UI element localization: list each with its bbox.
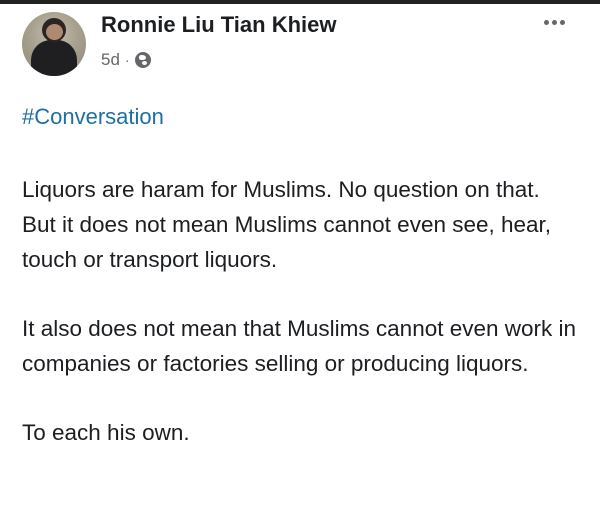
post-paragraph: To each his own. [22,420,190,445]
post-timestamp[interactable]: 5d [101,50,120,70]
more-dot [551,19,557,25]
post-body: Liquors are haram for Muslims. No questi… [22,172,592,450]
meta-separator: · [124,52,130,68]
avatar-torso [31,40,77,76]
author-name[interactable]: Ronnie Liu Tian Khiew [101,12,337,38]
more-dot [543,19,549,25]
more-dot [559,19,565,25]
facebook-post: Ronnie Liu Tian Khiew 5d · #Conversation… [0,0,600,532]
post-paragraph: Liquors are haram for Muslims. No questi… [22,177,540,202]
globe-icon[interactable] [134,52,151,68]
avatar-face [46,24,63,40]
more-options-icon[interactable] [538,14,570,30]
hashtag-link[interactable]: #Conversation [22,104,164,130]
post-meta: 5d · [101,50,151,70]
avatar[interactable] [22,12,86,76]
post-paragraph: It also does not mean that Muslims canno… [22,316,577,376]
post-paragraph: But it does not mean Muslims cannot even… [22,212,552,272]
